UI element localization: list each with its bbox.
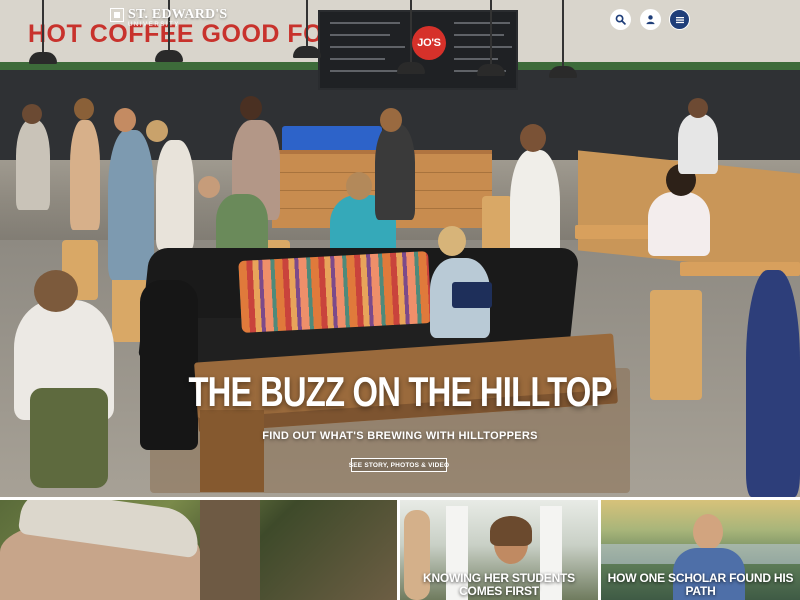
hero-banner[interactable]: HOT COFFEE GOOD FOOD JO'S ST. EDWARD'S U… [0, 0, 800, 497]
person [678, 114, 718, 174]
feature-tile-outdoors[interactable] [0, 500, 397, 600]
pendant-lamp [29, 52, 57, 64]
wall-sign: HOT COFFEE GOOD FOOD [28, 20, 362, 48]
person [108, 130, 154, 280]
search-icon [615, 14, 626, 25]
pendant-lamp [155, 50, 183, 62]
shield-icon [110, 8, 124, 22]
feature-tile-teacher[interactable]: KNOWING HER STUDENTS COMES FIRST [400, 500, 598, 600]
person [648, 192, 710, 256]
menu-button[interactable] [669, 9, 690, 30]
university-logo[interactable]: ST. EDWARD'S [110, 7, 227, 23]
user-icon [646, 15, 655, 25]
person [156, 140, 194, 250]
logo-subtext: UNIVERSITY [128, 22, 181, 28]
laptop [452, 282, 492, 308]
see-story-button[interactable]: SEE STORY, PHOTOS & VIDEO [349, 458, 449, 472]
tile-caption: KNOWING HER STUDENTS COMES FIRST [422, 571, 575, 598]
tree-trunk [200, 500, 260, 600]
account-button[interactable] [640, 9, 661, 30]
person [375, 124, 415, 220]
pendant-lamp [549, 66, 577, 78]
logo-text: ST. EDWARD'S [128, 7, 228, 22]
person-face [693, 514, 723, 550]
tile-caption: HOW ONE SCHOLAR FOUND HIS PATH [607, 571, 794, 598]
pendant-lamp [477, 64, 505, 76]
cafe-logo: JO'S [412, 26, 446, 60]
person [70, 120, 100, 230]
person [746, 270, 800, 497]
feature-tile-scholar[interactable]: HOW ONE SCHOLAR FOUND HIS PATH [601, 500, 800, 600]
pendant-lamp [293, 46, 321, 58]
person [16, 120, 50, 210]
search-button[interactable] [610, 9, 631, 30]
menu-icon [675, 16, 684, 23]
hero-subtitle: FIND OUT WHAT'S BREWING WITH HILLTOPPERS [262, 430, 538, 442]
hero-title: THE BUZZ ON THE HILLTOP [188, 368, 612, 415]
chair [482, 196, 512, 256]
striped-blanket [238, 251, 432, 333]
pendant-lamp [397, 62, 425, 74]
